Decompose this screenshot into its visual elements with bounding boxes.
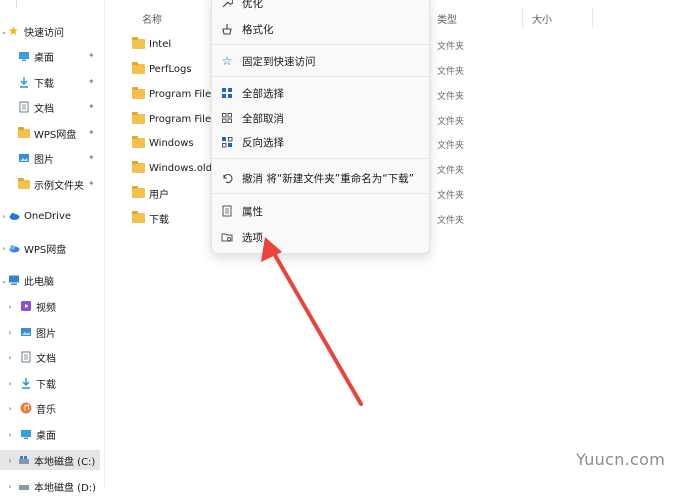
- watermark: Yuucn.com: [576, 450, 666, 469]
- red-arrow-annotation: [261, 237, 363, 406]
